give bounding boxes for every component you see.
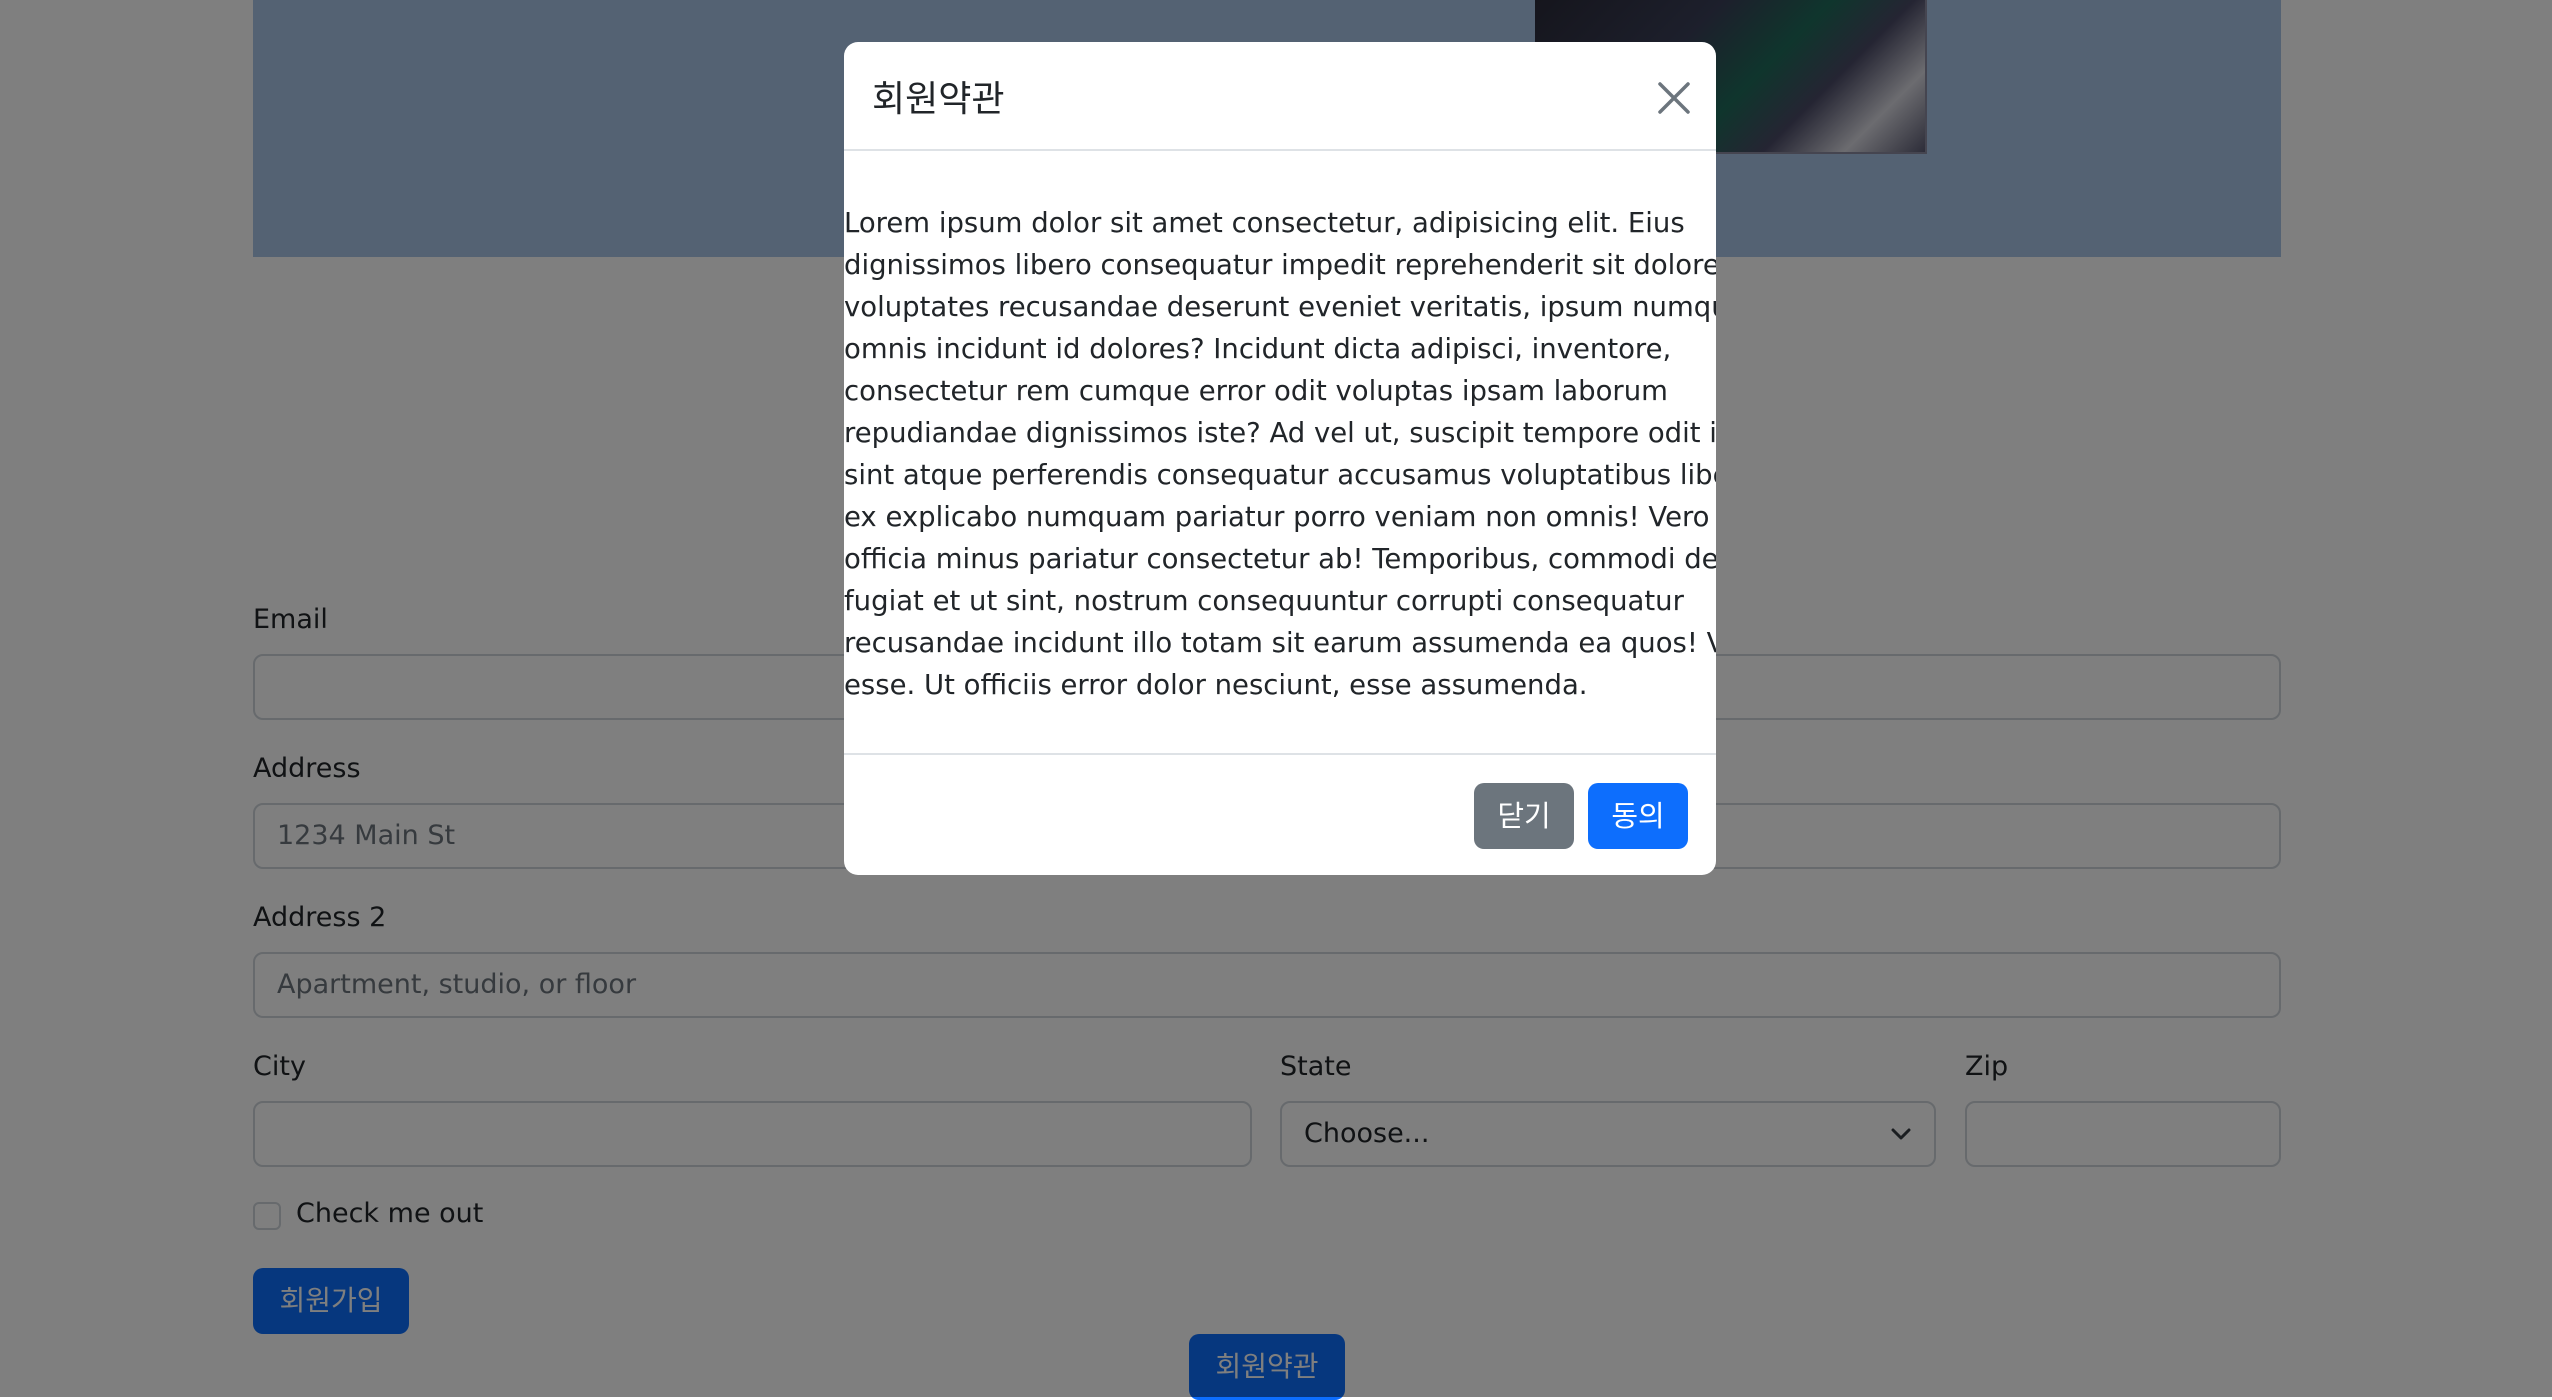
terms-modal: 회원약관 Lorem ipsum dolor sit amet consecte…: [844, 42, 1716, 875]
terms-text-line: ex explicabo numquam pariatur porro veni…: [844, 501, 1716, 533]
close-icon[interactable]: [1652, 76, 1696, 120]
terms-text-line: sint atque perferendis consequatur accus…: [844, 459, 1716, 491]
terms-text-line: fugiat et ut sint, nostrum consequuntur …: [844, 585, 1684, 617]
terms-text-line: omnis incidunt id dolores? Incidunt dict…: [844, 333, 1672, 365]
close-button[interactable]: 닫기: [1474, 783, 1574, 849]
terms-text-line: officia minus pariatur consectetur ab! T…: [844, 543, 1716, 575]
agree-button[interactable]: 동의: [1588, 783, 1688, 849]
terms-text-line: dignissimos libero consequatur impedit r…: [844, 249, 1716, 281]
terms-text-line: repudiandae dignissimos iste? Ad vel ut,…: [844, 417, 1716, 449]
terms-text-line: Lorem ipsum dolor sit amet consectetur, …: [844, 207, 1685, 239]
terms-text-line: esse. Ut officiis error dolor nesciunt, …: [844, 669, 1588, 701]
modal-body: Lorem ipsum dolor sit amet consectetur, …: [844, 202, 1716, 706]
terms-text-line: recusandae incidunt illo totam sit earum…: [844, 627, 1716, 659]
terms-text-line: consectetur rem cumque error odit volupt…: [844, 375, 1668, 407]
terms-text-line: voluptates recusandae deserunt eveniet v…: [844, 291, 1716, 323]
modal-footer: 닫기 동의: [844, 753, 1716, 875]
modal-title: 회원약관: [872, 79, 1005, 120]
modal-header: 회원약관: [844, 42, 1716, 151]
